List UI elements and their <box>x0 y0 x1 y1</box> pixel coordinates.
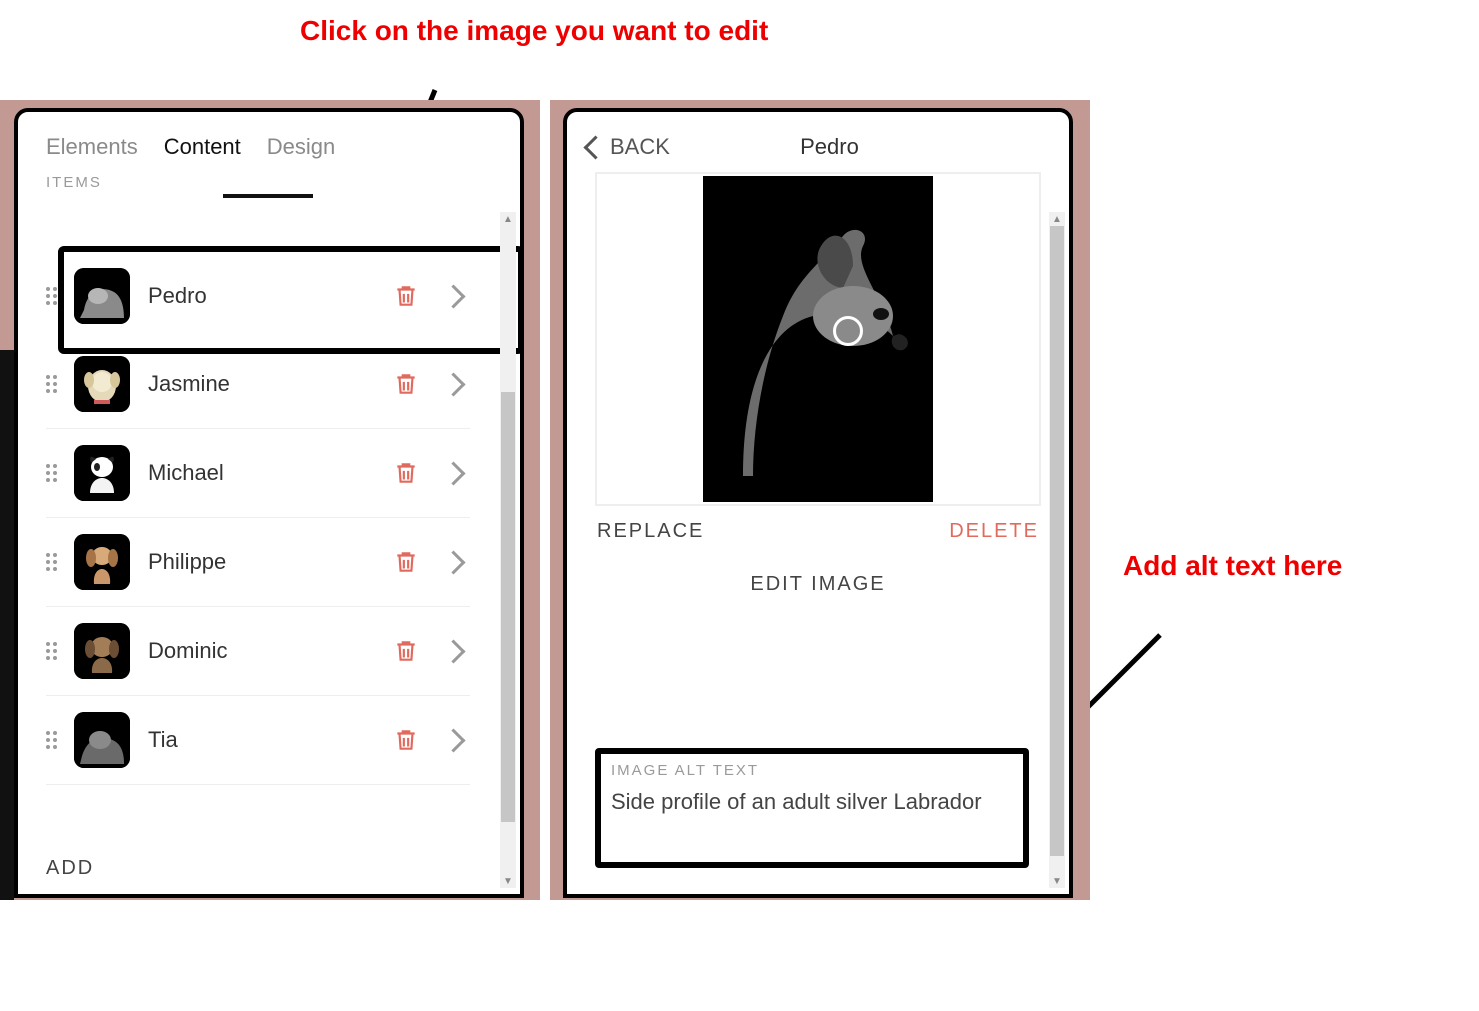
tab-content[interactable]: Content <box>164 134 241 160</box>
active-tab-underline <box>223 194 313 198</box>
chevron-left-icon[interactable] <box>583 135 607 159</box>
list-item[interactable]: Tia <box>46 696 470 785</box>
item-name-label: Tia <box>148 727 393 753</box>
item-name-label: Jasmine <box>148 371 393 397</box>
trash-icon[interactable] <box>393 638 419 664</box>
detail-header: BACK Pedro <box>567 112 1069 172</box>
drag-handle-icon[interactable] <box>46 642 60 660</box>
alt-text-section-label: IMAGE ALT TEXT <box>611 762 1013 779</box>
back-button[interactable]: BACK <box>610 134 670 160</box>
chevron-right-icon[interactable] <box>441 728 465 752</box>
trash-icon[interactable] <box>393 283 419 309</box>
chevron-right-icon[interactable] <box>441 461 465 485</box>
list-item[interactable]: Pedro <box>46 252 470 340</box>
image-preview[interactable] <box>595 172 1041 506</box>
list-item[interactable]: Dominic <box>46 607 470 696</box>
item-thumbnail <box>74 623 130 679</box>
chevron-right-icon[interactable] <box>441 284 465 308</box>
add-item-button[interactable]: ADD <box>46 857 94 880</box>
drag-handle-icon[interactable] <box>46 375 60 393</box>
items-scroll-area: Pedro Jasmine Michael Philippe <box>18 252 498 834</box>
scroll-up-icon[interactable]: ▲ <box>500 212 516 226</box>
scroll-down-icon[interactable]: ▼ <box>500 874 516 888</box>
items-section-header: ITEMS <box>18 166 520 195</box>
item-thumbnail <box>74 268 130 324</box>
list-item[interactable]: Philippe <box>46 518 470 607</box>
item-thumbnail <box>74 356 130 412</box>
scroll-down-icon[interactable]: ▼ <box>1049 874 1065 888</box>
annotation-text-2: Add alt text here <box>1123 550 1383 582</box>
trash-icon[interactable] <box>393 727 419 753</box>
scrollbar[interactable]: ▲ ▼ <box>1049 212 1065 888</box>
list-item[interactable]: Michael <box>46 429 470 518</box>
chevron-right-icon[interactable] <box>441 639 465 663</box>
item-thumbnail <box>74 445 130 501</box>
drag-handle-icon[interactable] <box>46 553 60 571</box>
replace-image-button[interactable]: REPLACE <box>597 520 704 543</box>
alt-text-input[interactable]: Side profile of an adult silver Labrador <box>611 789 1013 815</box>
scroll-up-icon[interactable]: ▲ <box>1049 212 1065 226</box>
trash-icon[interactable] <box>393 371 419 397</box>
edit-image-button[interactable]: EDIT IMAGE <box>567 573 1069 596</box>
tab-design[interactable]: Design <box>267 134 335 160</box>
delete-image-button[interactable]: DELETE <box>949 520 1039 543</box>
item-detail-panel: BACK Pedro REPLACE DELETE EDIT IMAGE IMA… <box>563 108 1073 898</box>
item-image <box>703 176 933 502</box>
item-name-label: Michael <box>148 460 393 486</box>
trash-icon[interactable] <box>393 549 419 575</box>
editor-tabs: Elements Content Design <box>18 112 520 166</box>
tab-elements[interactable]: Elements <box>46 134 138 160</box>
chevron-right-icon[interactable] <box>441 550 465 574</box>
scrollbar-thumb[interactable] <box>1050 226 1064 856</box>
chevron-right-icon[interactable] <box>441 372 465 396</box>
scrollbar[interactable]: ▲ ▼ <box>500 212 516 888</box>
list-item[interactable]: Jasmine <box>46 340 470 429</box>
item-thumbnail <box>74 534 130 590</box>
drag-handle-icon[interactable] <box>46 731 60 749</box>
gallery-frame-peek-left <box>0 350 14 900</box>
scrollbar-thumb[interactable] <box>501 392 515 822</box>
detail-title: Pedro <box>670 134 989 160</box>
item-name-label: Philippe <box>148 549 393 575</box>
trash-icon[interactable] <box>393 460 419 486</box>
focal-point-icon[interactable] <box>833 316 863 346</box>
item-name-label: Pedro <box>148 283 393 309</box>
items-list-panel: Elements Content Design ITEMS Pedro Jasm… <box>14 108 524 898</box>
drag-handle-icon[interactable] <box>46 464 60 482</box>
annotation-text-1: Click on the image you want to edit <box>300 15 860 47</box>
item-thumbnail <box>74 712 130 768</box>
alt-text-highlight-box: IMAGE ALT TEXT Side profile of an adult … <box>595 748 1029 868</box>
drag-handle-icon[interactable] <box>46 287 60 305</box>
item-name-label: Dominic <box>148 638 393 664</box>
